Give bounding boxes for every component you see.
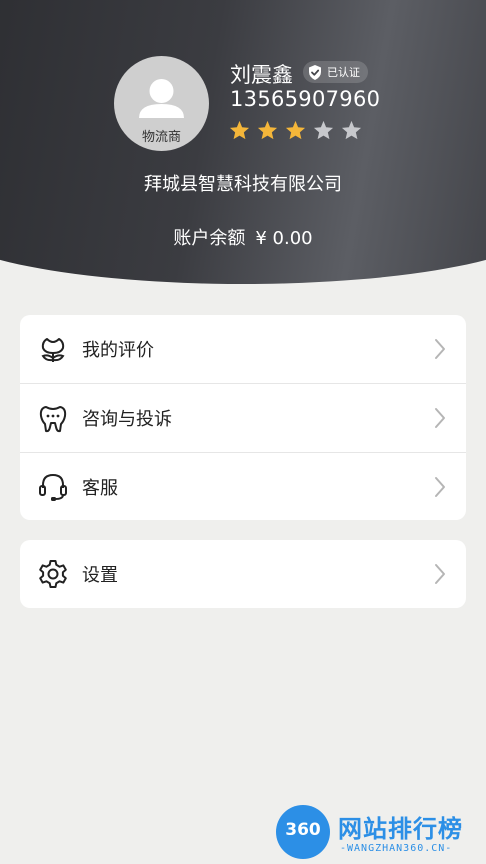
- chevron-right-icon: [435, 564, 445, 584]
- headset-icon: [39, 473, 67, 501]
- star-empty-icon: [341, 120, 362, 140]
- menu-item-label: 咨询与投诉: [82, 409, 172, 430]
- chevron-right-icon: [435, 339, 445, 359]
- user-name: 刘震鑫: [230, 63, 293, 87]
- chevron-right-icon: [435, 477, 445, 497]
- balance-label: 账户余额: [173, 228, 246, 249]
- chevron-right-icon: [435, 408, 445, 428]
- menu-item-label: 设置: [82, 565, 118, 586]
- verified-label: 已认证: [327, 66, 360, 79]
- phone-number: 13565907960: [230, 87, 381, 111]
- profile-header: 物流商 刘震鑫 已认证 13565907960 拜城县智慧科技有限公司 账户余额…: [0, 0, 486, 300]
- star-filled-icon: [257, 120, 278, 140]
- dental-chat-icon: [39, 406, 67, 433]
- watermark-logo: 360 网站排行榜 -WANGZHAN360.CN-: [276, 803, 486, 861]
- menu-card-main: 我的评价 咨询与投诉 客服: [20, 315, 466, 520]
- menu-item-settings[interactable]: 设置: [20, 540, 466, 608]
- company-name: 拜城县智慧科技有限公司: [144, 174, 342, 195]
- menu-item-my-reviews[interactable]: 我的评价: [20, 315, 466, 383]
- menu-card-settings: 设置: [20, 540, 466, 608]
- star-empty-icon: [313, 120, 334, 140]
- star-filled-icon: [229, 120, 250, 140]
- avatar[interactable]: 物流商: [114, 56, 209, 151]
- role-label: 物流商: [141, 130, 181, 145]
- balance-value: ¥ 0.00: [255, 228, 313, 249]
- menu-item-label: 我的评价: [82, 340, 154, 361]
- star-filled-icon: [285, 120, 306, 140]
- menu-item-label: 客服: [82, 478, 118, 499]
- rating-stars: [229, 120, 362, 140]
- watermark-logo-text: 360: [285, 820, 321, 840]
- menu-item-consult-complaint[interactable]: 咨询与投诉: [20, 383, 466, 452]
- menu-item-customer-service[interactable]: 客服: [20, 452, 466, 520]
- gear-icon: [39, 560, 67, 588]
- verified-badge: 已认证: [303, 61, 368, 83]
- shield-check-icon: [309, 64, 321, 80]
- watermark-title: 网站排行榜: [338, 815, 463, 843]
- flower-icon: [41, 338, 65, 362]
- account-balance[interactable]: 账户余额 ¥ 0.00: [0, 224, 486, 250]
- watermark-subtitle: -WANGZHAN360.CN-: [340, 843, 453, 854]
